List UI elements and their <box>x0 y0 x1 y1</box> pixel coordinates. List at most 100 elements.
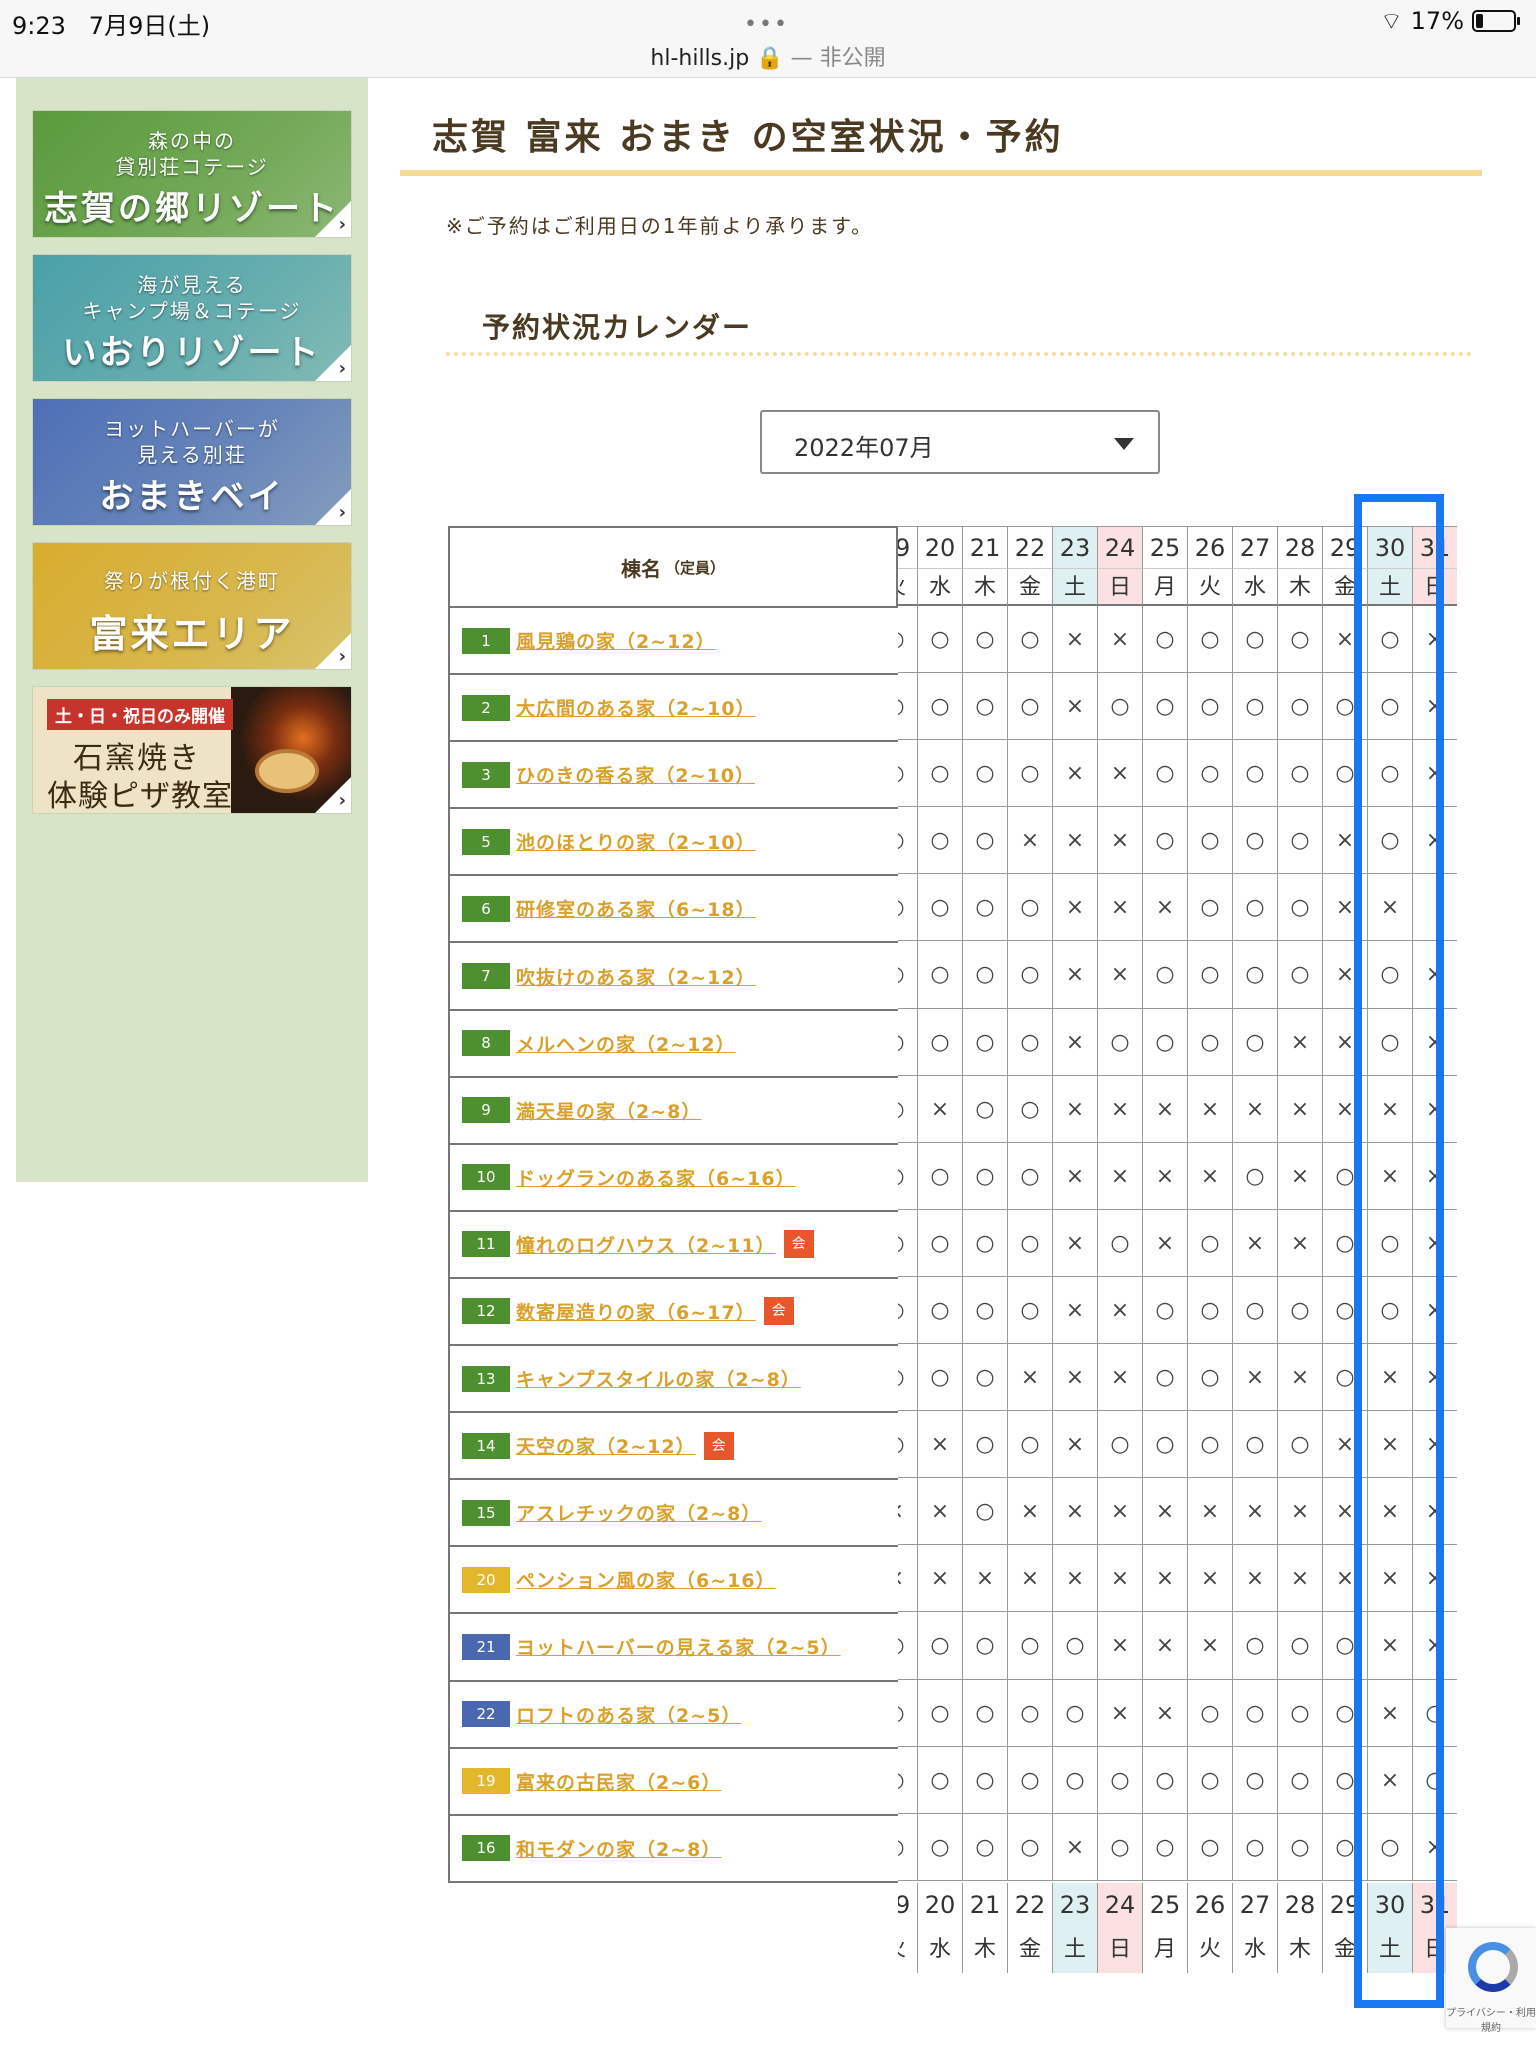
available-cell[interactable]: ○ <box>1277 941 1322 1009</box>
available-cell[interactable]: ○ <box>1097 1209 1142 1277</box>
multitask-dots-icon[interactable]: ••• <box>744 12 789 37</box>
house-link[interactable]: ドッグランのある家（6~16） <box>516 1164 796 1191</box>
available-cell[interactable]: ○ <box>1232 673 1277 741</box>
available-cell[interactable]: ○ <box>962 606 1007 674</box>
available-cell[interactable]: ○ <box>1232 1746 1277 1814</box>
available-cell[interactable]: ○ <box>917 1679 962 1747</box>
available-cell[interactable]: ○ <box>962 673 1007 741</box>
available-cell[interactable]: ○ <box>917 1344 962 1412</box>
available-cell[interactable]: ○ <box>962 1813 1007 1881</box>
available-cell[interactable]: ○ <box>1277 1411 1322 1479</box>
available-cell[interactable]: ○ <box>1277 740 1322 808</box>
banner-omaki-bay[interactable]: ヨットハーバーが 見える別荘 おまきベイ › <box>32 398 352 526</box>
available-cell[interactable]: ○ <box>1007 1142 1052 1210</box>
available-cell[interactable]: ○ <box>1142 673 1187 741</box>
available-cell[interactable]: ○ <box>1232 740 1277 808</box>
available-cell[interactable]: ○ <box>898 606 917 674</box>
house-link[interactable]: ヨットハーバーの見える家（2~5） <box>516 1633 841 1660</box>
available-cell[interactable]: ○ <box>917 1209 962 1277</box>
available-cell[interactable]: ○ <box>1142 1813 1187 1881</box>
available-cell[interactable]: ○ <box>917 1612 962 1680</box>
available-cell[interactable]: ○ <box>1187 941 1232 1009</box>
available-cell[interactable]: ○ <box>1232 1008 1277 1076</box>
available-cell[interactable]: ○ <box>1187 807 1232 875</box>
available-cell[interactable]: ○ <box>1277 1813 1322 1881</box>
available-cell[interactable]: ○ <box>1052 1612 1097 1680</box>
available-cell[interactable]: ○ <box>1187 1411 1232 1479</box>
house-link[interactable]: 数寄屋造りの家（6~17） <box>516 1298 756 1325</box>
available-cell[interactable]: ○ <box>1187 1813 1232 1881</box>
house-link[interactable]: アスレチックの家（2~8） <box>516 1499 761 1526</box>
house-link[interactable]: ペンション風の家（6~16） <box>516 1566 776 1593</box>
available-cell[interactable]: ○ <box>1187 673 1232 741</box>
available-cell[interactable]: ○ <box>1187 1679 1232 1747</box>
available-cell[interactable]: ○ <box>1007 1612 1052 1680</box>
available-cell[interactable]: ○ <box>962 1679 1007 1747</box>
available-cell[interactable]: ○ <box>1277 807 1322 875</box>
available-cell[interactable]: ○ <box>1232 606 1277 674</box>
available-cell[interactable]: ○ <box>1232 1679 1277 1747</box>
available-cell[interactable]: ○ <box>1187 740 1232 808</box>
available-cell[interactable]: ○ <box>1277 1679 1322 1747</box>
available-cell[interactable]: ○ <box>1277 1612 1322 1680</box>
house-link[interactable]: 和モダンの家（2~8） <box>516 1835 721 1862</box>
available-cell[interactable]: ○ <box>917 673 962 741</box>
available-cell[interactable]: ○ <box>917 1746 962 1814</box>
house-link[interactable]: 研修室のある家（6~18） <box>516 895 756 922</box>
house-link[interactable]: 風見鶏の家（2~12） <box>516 627 716 654</box>
available-cell[interactable]: ○ <box>1277 874 1322 942</box>
available-cell[interactable]: ○ <box>917 1008 962 1076</box>
available-cell[interactable]: ○ <box>898 740 917 808</box>
available-cell[interactable]: ○ <box>1007 673 1052 741</box>
available-cell[interactable]: ○ <box>898 807 917 875</box>
available-cell[interactable]: ○ <box>898 941 917 1009</box>
available-cell[interactable]: ○ <box>962 1008 1007 1076</box>
available-cell[interactable]: ○ <box>898 1009 917 1076</box>
available-cell[interactable]: ○ <box>962 1344 1007 1412</box>
available-cell[interactable]: ○ <box>898 1076 917 1143</box>
month-select[interactable]: 2022年07月 <box>760 410 1160 474</box>
house-link[interactable]: 大広間のある家（2~10） <box>516 694 756 721</box>
available-cell[interactable]: ○ <box>917 941 962 1009</box>
available-cell[interactable]: ○ <box>898 1411 917 1479</box>
available-cell[interactable]: ○ <box>898 673 917 741</box>
available-cell[interactable]: ○ <box>898 1143 917 1210</box>
available-cell[interactable]: ○ <box>1052 1679 1097 1747</box>
available-cell[interactable]: ○ <box>1007 1008 1052 1076</box>
available-cell[interactable]: ○ <box>962 1478 1007 1546</box>
available-cell[interactable]: ○ <box>1232 1142 1277 1210</box>
available-cell[interactable]: ○ <box>1097 1746 1142 1814</box>
available-cell[interactable]: ○ <box>1142 606 1187 674</box>
available-cell[interactable]: ○ <box>1187 606 1232 674</box>
available-cell[interactable]: ○ <box>917 807 962 875</box>
available-cell[interactable]: ○ <box>1007 740 1052 808</box>
available-cell[interactable]: ○ <box>1232 1612 1277 1680</box>
house-link[interactable]: ロフトのある家（2~5） <box>516 1701 741 1728</box>
house-link[interactable]: メルヘンの家（2~12） <box>516 1030 736 1057</box>
banner-togi-area[interactable]: 祭りが根付く港町 富来エリア › <box>32 542 352 670</box>
house-link[interactable]: キャンプスタイルの家（2~8） <box>516 1365 801 1392</box>
available-cell[interactable]: ○ <box>962 740 1007 808</box>
available-cell[interactable]: ○ <box>1187 1746 1232 1814</box>
available-cell[interactable]: ○ <box>962 1209 1007 1277</box>
available-cell[interactable]: ○ <box>962 941 1007 1009</box>
available-cell[interactable]: ○ <box>917 740 962 808</box>
available-cell[interactable]: ○ <box>962 1746 1007 1814</box>
available-cell[interactable]: ○ <box>898 1612 917 1680</box>
available-cell[interactable]: ○ <box>1277 1746 1322 1814</box>
available-cell[interactable]: ○ <box>1142 1008 1187 1076</box>
available-cell[interactable]: ○ <box>1142 1746 1187 1814</box>
available-cell[interactable]: ○ <box>1187 1344 1232 1412</box>
available-cell[interactable]: ○ <box>1007 941 1052 1009</box>
available-cell[interactable]: ○ <box>1007 1813 1052 1881</box>
available-cell[interactable]: ○ <box>917 1142 962 1210</box>
banner-shiga-resort[interactable]: 森の中の 貸別荘コテージ 志賀の郷リゾート › <box>32 110 352 238</box>
url-bar[interactable]: hl-hills.jp 🔒 — 非公開 <box>0 40 1536 72</box>
house-link[interactable]: 吹抜けのある家（2~12） <box>516 963 756 990</box>
available-cell[interactable]: ○ <box>1187 874 1232 942</box>
available-cell[interactable]: ○ <box>1232 1276 1277 1345</box>
available-cell[interactable]: ○ <box>1007 1276 1052 1345</box>
available-cell[interactable]: ○ <box>917 874 962 942</box>
available-cell[interactable]: ○ <box>1007 874 1052 942</box>
available-cell[interactable]: ○ <box>898 1747 917 1814</box>
